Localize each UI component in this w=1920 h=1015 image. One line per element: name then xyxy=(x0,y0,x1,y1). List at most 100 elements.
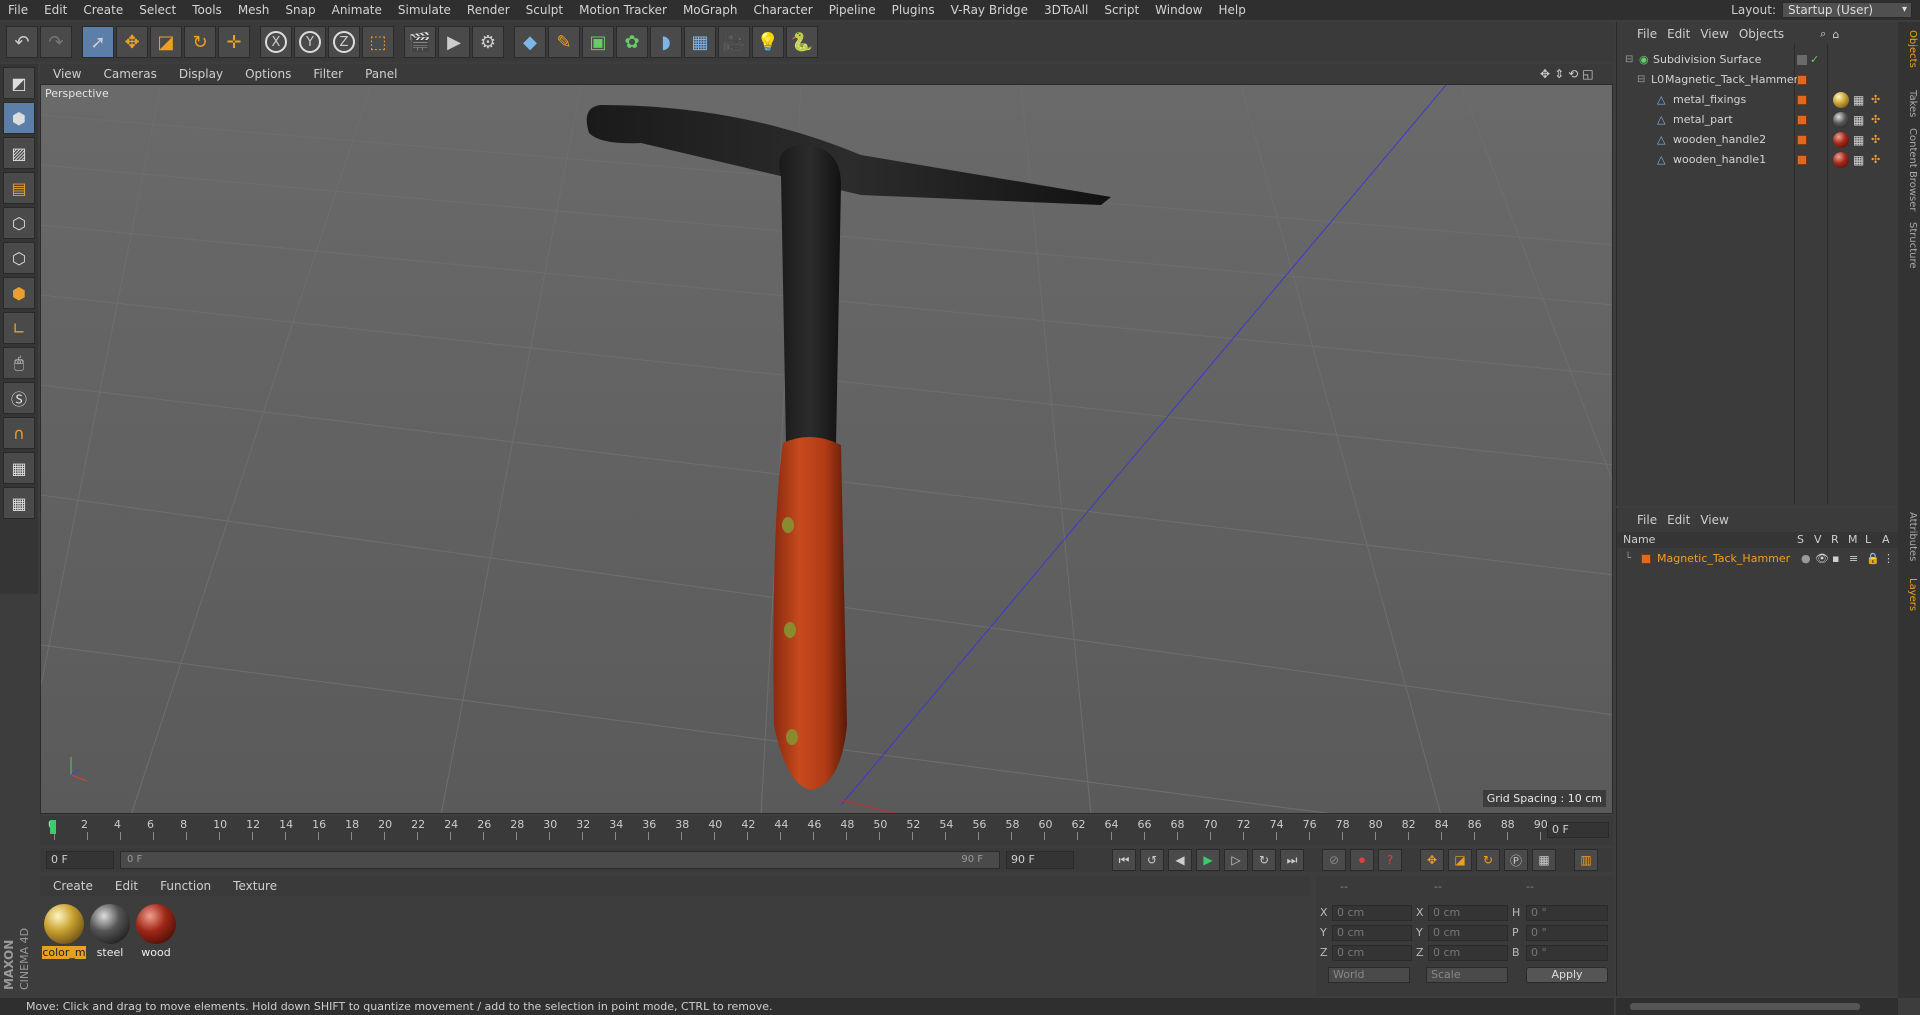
layer-color-dot[interactable] xyxy=(1797,135,1807,145)
rotation-b-field[interactable]: 0 ° xyxy=(1526,945,1608,961)
col-render[interactable]: R xyxy=(1831,532,1839,548)
edges-mode-icon[interactable]: ⬡ xyxy=(3,242,35,274)
dolly-icon[interactable]: ⇕ xyxy=(1554,67,1564,81)
x-axis-button[interactable]: X xyxy=(260,26,292,58)
menu-file[interactable]: File xyxy=(0,0,36,20)
texture-mode-icon[interactable]: ▨ xyxy=(3,137,35,169)
col-locked[interactable]: L xyxy=(1865,532,1871,548)
key-pla-icon[interactable]: ▦ xyxy=(1532,849,1556,871)
tab-takes[interactable]: Takes xyxy=(1900,90,1918,117)
om-home-icon[interactable]: ⌂ xyxy=(1832,28,1839,41)
z-axis-button[interactable]: Z xyxy=(328,26,360,58)
snap-magnet-icon[interactable]: ∩ xyxy=(3,417,35,449)
size-y-field[interactable]: 0 cm xyxy=(1428,925,1508,941)
apply-button[interactable]: Apply xyxy=(1526,967,1608,983)
render-picture-viewer-icon[interactable]: ▶ xyxy=(438,26,470,58)
polygons-mode-icon[interactable]: ⬢ xyxy=(3,277,35,309)
camera-icon[interactable]: 🎥 xyxy=(718,26,750,58)
lm-menu-edit[interactable]: Edit xyxy=(1667,513,1700,527)
menu-render[interactable]: Render xyxy=(459,0,518,20)
menu-window[interactable]: Window xyxy=(1147,0,1210,20)
menu-script[interactable]: Script xyxy=(1096,0,1147,20)
material-color-m[interactable]: color_m xyxy=(42,902,86,960)
col-solo[interactable]: S xyxy=(1797,532,1804,548)
cube-icon[interactable]: ◆ xyxy=(514,26,546,58)
undo-icon[interactable]: ↶ xyxy=(6,26,38,58)
perspective-viewport[interactable]: Perspective Grid Spacing : 10 cm xyxy=(40,84,1613,814)
tab-layers[interactable]: Layers xyxy=(1900,578,1918,611)
menu-help[interactable]: Help xyxy=(1210,0,1253,20)
enabled-check-icon[interactable]: ✓ xyxy=(1810,50,1819,70)
tab-objects[interactable]: Objects xyxy=(1900,30,1918,68)
object-row-wooden-handle2[interactable]: △ wooden_handle2 ▦ ✣ xyxy=(1617,130,1899,150)
manager-toggle-icon[interactable]: ≡ xyxy=(1849,550,1858,568)
lock-toggle-icon[interactable]: 🔒 xyxy=(1866,550,1880,568)
om-menu-view[interactable]: View xyxy=(1700,27,1738,41)
position-z-field[interactable]: 0 cm xyxy=(1332,945,1412,961)
grid-snap-icon[interactable]: ▦ xyxy=(3,487,35,519)
lm-menu-file[interactable]: File xyxy=(1637,513,1667,527)
uvw-tag-icon[interactable]: ▦ xyxy=(1853,150,1864,170)
auto-key-icon[interactable]: ⏺ xyxy=(1350,849,1374,871)
menu-pipeline[interactable]: Pipeline xyxy=(821,0,884,20)
layer-color-dot[interactable] xyxy=(1797,155,1807,165)
phong-tag-icon[interactable]: ✣ xyxy=(1871,90,1880,110)
subdivision-icon[interactable]: ▣ xyxy=(582,26,614,58)
model-mode-icon[interactable]: ⬢ xyxy=(3,102,35,134)
menu-animate[interactable]: Animate xyxy=(324,0,390,20)
scrollbar-thumb[interactable] xyxy=(1630,1003,1860,1010)
points-mode-icon[interactable]: ⬡ xyxy=(3,207,35,239)
grid-lock-icon[interactable]: ▦ xyxy=(3,452,35,484)
live-selection-icon[interactable]: ➚ xyxy=(82,26,114,58)
rotate-icon[interactable]: ↻ xyxy=(184,26,216,58)
menu-edit[interactable]: Edit xyxy=(36,0,75,20)
menu-sculpt[interactable]: Sculpt xyxy=(518,0,571,20)
menu-snap[interactable]: Snap xyxy=(277,0,323,20)
animation-toggle-icon[interactable]: ⋮ xyxy=(1883,550,1894,568)
redo-icon[interactable]: ↷ xyxy=(40,26,72,58)
object-row-wooden-handle1[interactable]: △ wooden_handle1 ▦ ✣ xyxy=(1617,150,1899,170)
end-frame-field[interactable]: 90 F xyxy=(1006,851,1074,869)
col-animation[interactable]: A xyxy=(1882,532,1890,548)
timeline-ruler[interactable]: 0246810121416182022242628303234363840424… xyxy=(40,816,1613,846)
size-z-field[interactable]: 0 cm xyxy=(1428,945,1508,961)
transform-icon[interactable]: ✛ xyxy=(218,26,250,58)
viewport-menu-filter[interactable]: Filter xyxy=(300,67,352,81)
floor-icon[interactable]: ▦ xyxy=(684,26,716,58)
menu-vray-bridge[interactable]: V-Ray Bridge xyxy=(943,0,1036,20)
key-rotation-icon[interactable]: ↻ xyxy=(1476,849,1500,871)
material-menu-function[interactable]: Function xyxy=(147,879,220,893)
key-param-icon[interactable]: Ⓟ xyxy=(1504,849,1528,871)
col-manager[interactable]: M xyxy=(1848,532,1858,548)
coordinate-system-icon[interactable]: ⬚ xyxy=(362,26,394,58)
y-axis-button[interactable]: Y xyxy=(294,26,326,58)
layer-color-dot[interactable] xyxy=(1641,554,1651,564)
material-menu-create[interactable]: Create xyxy=(40,879,102,893)
om-search-icon[interactable]: ⌕ xyxy=(1820,27,1826,41)
phong-tag-icon[interactable]: ✣ xyxy=(1871,150,1880,170)
object-row-metal-fixings[interactable]: △ metal_fixings ▦ ✣ xyxy=(1617,90,1899,110)
tab-structure[interactable]: Structure xyxy=(1900,222,1918,269)
object-row-subdivision-surface[interactable]: ⊟ ◉ Subdivision Surface ✓ xyxy=(1617,50,1899,70)
col-visible[interactable]: V xyxy=(1814,532,1822,548)
uvw-tag-icon[interactable]: ▦ xyxy=(1853,110,1864,130)
menu-plugins[interactable]: Plugins xyxy=(884,0,943,20)
menu-3dtoall[interactable]: 3DToAll xyxy=(1036,0,1096,20)
layer-color-dot[interactable] xyxy=(1797,115,1807,125)
tab-attributes[interactable]: Attributes xyxy=(1900,512,1918,561)
material-tag-icon[interactable] xyxy=(1833,132,1849,148)
key-scale-icon[interactable]: ◪ xyxy=(1448,849,1472,871)
material-menu-edit[interactable]: Edit xyxy=(102,879,147,893)
visible-toggle-icon[interactable]: 👁 xyxy=(1815,550,1829,568)
timeline-window-icon[interactable]: ▥ xyxy=(1574,849,1598,871)
move-icon[interactable]: ✥ xyxy=(116,26,148,58)
orbit-icon[interactable]: ⟲ xyxy=(1568,67,1578,81)
start-frame-field[interactable]: 0 F xyxy=(46,851,114,869)
om-menu-file[interactable]: File xyxy=(1637,27,1667,41)
key-help-icon[interactable]: ? xyxy=(1378,849,1402,871)
pen-icon[interactable]: ✎ xyxy=(548,26,580,58)
playhead-marker[interactable] xyxy=(50,820,56,834)
viewport-menu-view[interactable]: View xyxy=(40,67,90,81)
preview-range-slider[interactable]: 0 F 90 F xyxy=(120,851,1000,869)
menu-motion-tracker[interactable]: Motion Tracker xyxy=(571,0,675,20)
